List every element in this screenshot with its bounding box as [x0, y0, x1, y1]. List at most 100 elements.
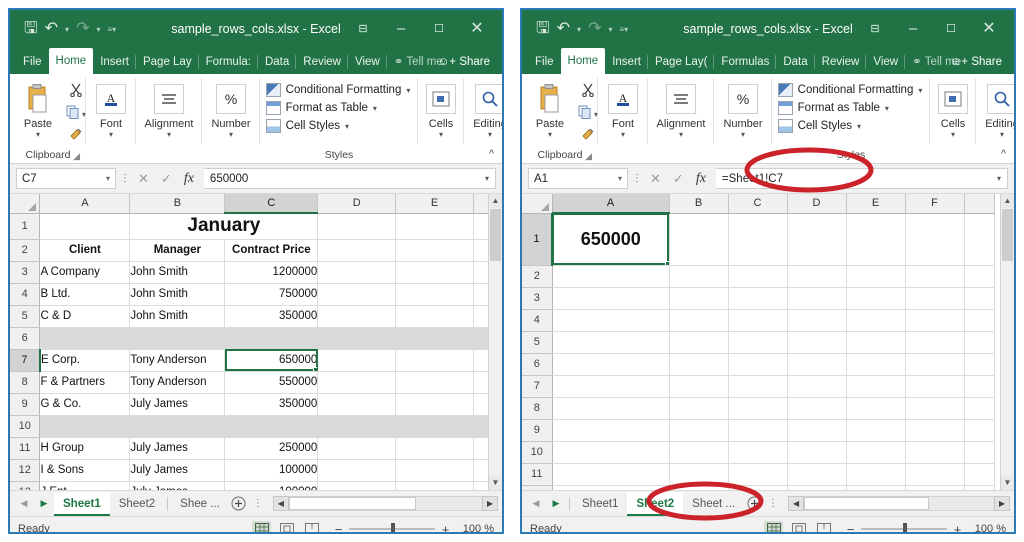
- formula-input-right[interactable]: =Sheet1!C7▾: [716, 168, 1008, 189]
- normal-view-icon[interactable]: [764, 521, 783, 535]
- cell-g4-right[interactable]: [964, 309, 994, 331]
- cell-b8-left[interactable]: Tony Anderson: [130, 371, 225, 393]
- cell-g3-right[interactable]: [964, 287, 994, 309]
- cell-c12-left[interactable]: 100000: [225, 459, 318, 481]
- normal-view-icon[interactable]: [252, 521, 271, 535]
- cell-e12-left[interactable]: [396, 459, 474, 481]
- tab-insert-right[interactable]: Insert: [605, 50, 648, 74]
- row-header-8-right[interactable]: 8: [522, 397, 552, 419]
- cell-e4-right[interactable]: [846, 309, 905, 331]
- cell-b5-left[interactable]: John Smith: [130, 305, 225, 327]
- cell-d1-right[interactable]: [787, 213, 846, 265]
- cell-d12-right[interactable]: [787, 485, 846, 491]
- cells-button-right[interactable]: Cells ▾: [930, 79, 976, 139]
- cell-e10-left[interactable]: [396, 415, 474, 437]
- cell-d6-right[interactable]: [787, 353, 846, 375]
- sheet-tab-sheet2-right[interactable]: Sheet2: [627, 492, 683, 516]
- sheet-tab-sheet1-left[interactable]: Sheet1: [54, 492, 110, 516]
- cell-a1-left[interactable]: [40, 213, 130, 239]
- cell-e13-left[interactable]: [396, 481, 474, 491]
- tab-page-layout-left[interactable]: Page Lay: [136, 50, 199, 74]
- cell-a13-left[interactable]: J Ent.: [40, 481, 130, 491]
- formula-bar-grip-right[interactable]: ⋮: [628, 173, 646, 184]
- cell-b3-left[interactable]: John Smith: [130, 261, 225, 283]
- cell-e9-right[interactable]: [846, 419, 905, 441]
- cell-b7-left[interactable]: Tony Anderson: [130, 349, 225, 371]
- sheet-tab-sheet1-right[interactable]: Sheet1: [573, 492, 627, 516]
- row-header-10-right[interactable]: 10: [522, 441, 552, 463]
- close-button-right[interactable]: ✕: [970, 10, 1008, 48]
- clipboard-dialog-launcher[interactable]: ◢: [73, 148, 80, 165]
- col-header-d-left[interactable]: D: [318, 194, 396, 213]
- editing-button-right[interactable]: Editing ▾: [976, 79, 1016, 139]
- tab-split-grip-left[interactable]: ⋮: [249, 498, 267, 509]
- ribbon-display-options-icon[interactable]: ⊟: [344, 10, 382, 48]
- cell-g8-right[interactable]: [964, 397, 994, 419]
- alignment-button-left[interactable]: Alignment ▾: [136, 79, 202, 139]
- hscroll-track-right[interactable]: [804, 496, 994, 511]
- spreadsheet-grid-left[interactable]: A B C D E 1 January 2 Client: [10, 194, 502, 491]
- cell-styles-button-left[interactable]: Cell Styles▾: [266, 119, 411, 133]
- cell-a11-left[interactable]: H Group: [40, 437, 130, 459]
- insert-function-icon[interactable]: fx: [696, 171, 706, 187]
- page-layout-view-icon[interactable]: [789, 521, 808, 535]
- font-dropdown-icon[interactable]: ▾: [109, 131, 113, 139]
- sheet-tab-sheet2-left[interactable]: Sheet2: [110, 492, 164, 516]
- cell-d9-right[interactable]: [787, 419, 846, 441]
- name-box-chevron-icon[interactable]: ▾: [106, 174, 110, 183]
- copy-icon[interactable]: [578, 105, 592, 124]
- confirm-formula-icon[interactable]: ✓: [161, 171, 172, 187]
- cell-g10-right[interactable]: [964, 441, 994, 463]
- cell-a12-right[interactable]: [552, 485, 669, 491]
- col-header-e-right[interactable]: E: [846, 194, 905, 213]
- font-button-left[interactable]: A Font ▾: [86, 79, 136, 139]
- zoom-slider-handle-right[interactable]: [903, 523, 907, 534]
- copy-icon[interactable]: [66, 105, 80, 124]
- horizontal-scrollbar-left[interactable]: ◀ ▶: [273, 496, 498, 511]
- tab-view-left[interactable]: View: [348, 50, 387, 74]
- cell-c8-right[interactable]: [728, 397, 787, 419]
- cell-c3-left[interactable]: 1200000: [225, 261, 318, 283]
- cell-f5-right[interactable]: [905, 331, 964, 353]
- new-sheet-button-left[interactable]: [229, 496, 249, 512]
- row-header-2-right[interactable]: 2: [522, 265, 552, 287]
- cell-b11-left[interactable]: July James: [130, 437, 225, 459]
- cell-d7-right[interactable]: [787, 375, 846, 397]
- cell-a4-left[interactable]: B Ltd.: [40, 283, 130, 305]
- editing-dropdown-icon[interactable]: ▾: [1000, 131, 1004, 139]
- cell-c3-right[interactable]: [728, 287, 787, 309]
- cell-a4-right[interactable]: [552, 309, 669, 331]
- cell-f6-right[interactable]: [905, 353, 964, 375]
- page-break-view-icon[interactable]: [302, 521, 321, 535]
- cell-d8-right[interactable]: [787, 397, 846, 419]
- number-button-left[interactable]: % Number ▾: [202, 79, 260, 139]
- zoom-slider-left[interactable]: [349, 523, 435, 534]
- cell-c4-left[interactable]: 750000: [225, 283, 318, 305]
- tab-view-right[interactable]: View: [866, 50, 905, 74]
- cell-a11-right[interactable]: [552, 463, 669, 485]
- new-sheet-button-right[interactable]: [744, 496, 764, 512]
- number-button-right[interactable]: % Number ▾: [714, 79, 772, 139]
- cell-g11-right[interactable]: [964, 463, 994, 485]
- row-header-8-left[interactable]: 8: [10, 371, 40, 393]
- cell-b8-right[interactable]: [669, 397, 728, 419]
- cell-c9-left[interactable]: 350000: [225, 393, 318, 415]
- cell-f12-right[interactable]: [905, 485, 964, 491]
- cell-b4-right[interactable]: [669, 309, 728, 331]
- cancel-formula-icon[interactable]: ✕: [650, 171, 661, 187]
- format-painter-icon[interactable]: [69, 127, 83, 146]
- row-header-12-right[interactable]: 12: [522, 485, 552, 491]
- select-all-corner-right[interactable]: [522, 194, 552, 213]
- cell-c10-right[interactable]: [728, 441, 787, 463]
- zoom-percent-left[interactable]: 100 %: [456, 523, 494, 534]
- cell-e6-left[interactable]: [396, 327, 474, 349]
- cell-d1-left[interactable]: [318, 213, 396, 239]
- cell-c1-right[interactable]: [728, 213, 787, 265]
- col-header-b-left[interactable]: B: [130, 194, 225, 213]
- cell-b12-right[interactable]: [669, 485, 728, 491]
- chevron-down-icon[interactable]: ▾: [345, 122, 349, 131]
- vertical-scrollbar-left[interactable]: ▲ ▼: [488, 194, 502, 490]
- tab-file-left[interactable]: File: [16, 50, 49, 74]
- cell-d2-right[interactable]: [787, 265, 846, 287]
- format-as-table-button-right[interactable]: Format as Table▾: [778, 101, 923, 115]
